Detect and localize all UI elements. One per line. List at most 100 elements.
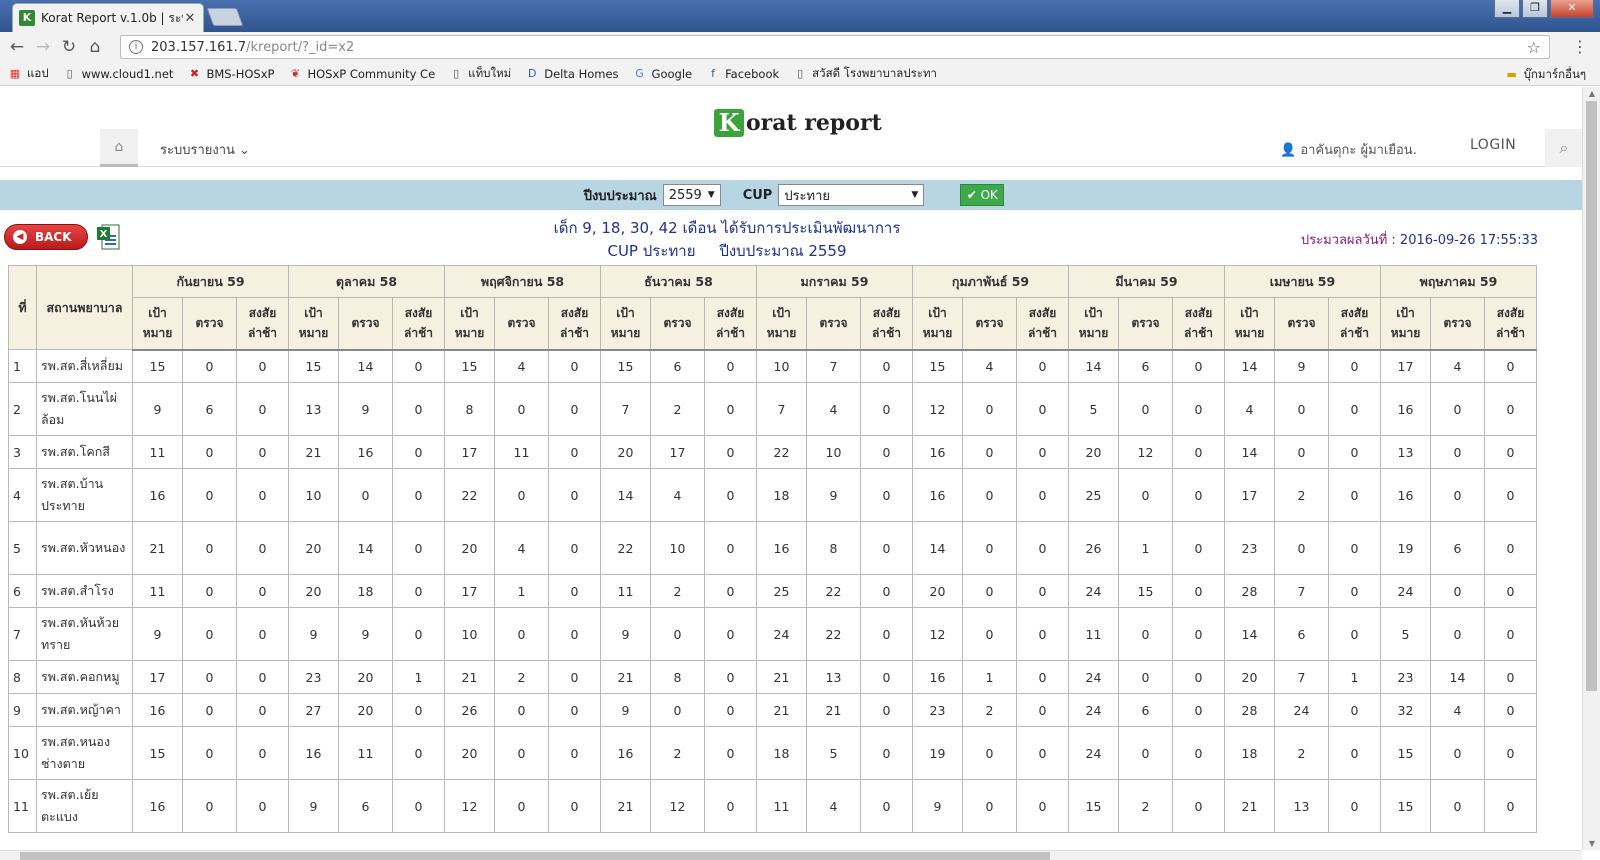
- home-nav-icon[interactable]: ⌂: [100, 129, 138, 167]
- value-cell[interactable]: 0: [1430, 779, 1485, 833]
- value-cell[interactable]: 7: [1274, 660, 1329, 694]
- value-cell[interactable]: 4: [1430, 349, 1485, 383]
- facility-name[interactable]: รพ.สต.หันห้วยทราย: [36, 607, 133, 661]
- value-cell[interactable]: 12: [650, 779, 705, 833]
- value-cell[interactable]: 0: [1430, 435, 1485, 469]
- tab-close-icon[interactable]: ✕: [183, 11, 197, 26]
- value-cell[interactable]: 5: [806, 726, 861, 780]
- value-cell[interactable]: 0: [494, 382, 549, 436]
- maximize-icon[interactable]: ❐: [1522, 0, 1548, 18]
- value-cell[interactable]: 13: [806, 660, 861, 694]
- value-cell[interactable]: 0: [1430, 726, 1485, 780]
- value-cell[interactable]: 4: [806, 779, 861, 833]
- value-cell[interactable]: 14: [338, 521, 393, 575]
- user-link[interactable]: 👤 อาคันตุกะ ผู้มาเยือน.: [1280, 139, 1417, 160]
- value-cell[interactable]: 4: [650, 468, 705, 522]
- value-cell[interactable]: 0: [962, 607, 1017, 661]
- value-cell[interactable]: 20: [338, 693, 393, 727]
- value-cell[interactable]: 8: [650, 660, 705, 694]
- value-cell[interactable]: 15: [1118, 574, 1173, 608]
- value-cell[interactable]: 6: [1118, 693, 1173, 727]
- value-cell[interactable]: 0: [1274, 435, 1329, 469]
- value-cell[interactable]: 10: [650, 521, 705, 575]
- browser-tab-active[interactable]: K Korat Report v.1.0b | ระบ ✕: [12, 3, 204, 32]
- value-cell[interactable]: 0: [962, 435, 1017, 469]
- facility-name[interactable]: รพ.สต.คอกหมู: [36, 660, 133, 694]
- home-icon[interactable]: ⌂: [82, 37, 108, 57]
- value-cell[interactable]: 20: [338, 660, 393, 694]
- login-link[interactable]: LOGIN: [1470, 137, 1516, 153]
- value-cell[interactable]: 6: [182, 382, 237, 436]
- value-cell[interactable]: 6: [650, 349, 705, 383]
- vertical-scrollbar[interactable]: ▲ ▼: [1582, 87, 1600, 850]
- value-cell[interactable]: 24: [1274, 693, 1329, 727]
- reload-icon[interactable]: ↻: [56, 37, 82, 57]
- value-cell[interactable]: 9: [1274, 349, 1329, 383]
- scroll-up-arrow-icon[interactable]: ▲: [1583, 89, 1600, 98]
- bookmark-item[interactable]: ✖ BMS-HOSxP: [187, 67, 275, 81]
- minimize-icon[interactable]: ▁: [1494, 0, 1520, 18]
- bookmark-folder-other[interactable]: ▬ บุ๊กมาร์กอื่นๆ: [1505, 66, 1586, 84]
- value-cell[interactable]: 0: [182, 607, 237, 661]
- value-cell[interactable]: 1: [1118, 521, 1173, 575]
- value-cell[interactable]: 14: [338, 349, 393, 383]
- bookmark-item[interactable]: ▯ แท็บใหม่: [449, 65, 511, 83]
- value-cell[interactable]: 0: [962, 779, 1017, 833]
- value-cell[interactable]: 4: [806, 382, 861, 436]
- value-cell[interactable]: 0: [182, 693, 237, 727]
- year-select[interactable]: 2559 ▼: [662, 184, 721, 206]
- value-cell[interactable]: 4: [494, 521, 549, 575]
- value-cell[interactable]: 0: [182, 349, 237, 383]
- ok-button[interactable]: ✔ OK: [960, 184, 1005, 206]
- value-cell[interactable]: 1: [962, 660, 1017, 694]
- value-cell[interactable]: 0: [1118, 726, 1173, 780]
- value-cell[interactable]: 9: [338, 382, 393, 436]
- value-cell[interactable]: 0: [962, 382, 1017, 436]
- value-cell[interactable]: 2: [650, 382, 705, 436]
- value-cell[interactable]: 2: [1274, 468, 1329, 522]
- browser-menu-icon[interactable]: ⋮: [1572, 37, 1588, 57]
- value-cell[interactable]: 2: [1274, 726, 1329, 780]
- value-cell[interactable]: 7: [1274, 574, 1329, 608]
- value-cell[interactable]: 2: [650, 574, 705, 608]
- value-cell[interactable]: 0: [494, 779, 549, 833]
- value-cell[interactable]: 0: [1274, 382, 1329, 436]
- bookmark-item[interactable]: ❦ HOSxP Community Ce: [288, 67, 435, 81]
- value-cell[interactable]: 0: [182, 435, 237, 469]
- bookmark-item[interactable]: D Delta Homes: [525, 67, 619, 81]
- bookmark-star-icon[interactable]: ☆: [1527, 38, 1541, 57]
- value-cell[interactable]: 4: [962, 349, 1017, 383]
- vertical-scroll-thumb[interactable]: [1586, 101, 1597, 691]
- value-cell[interactable]: 0: [1274, 521, 1329, 575]
- facility-name[interactable]: รพ.สต.โนนไผ่ล้อม: [36, 382, 133, 436]
- horizontal-scroll-thumb[interactable]: [20, 852, 1050, 860]
- value-cell[interactable]: 0: [494, 726, 549, 780]
- value-cell[interactable]: 0: [494, 607, 549, 661]
- value-cell[interactable]: 11: [338, 726, 393, 780]
- value-cell[interactable]: 10: [806, 435, 861, 469]
- report-menu[interactable]: ระบบรายงาน ⌄: [160, 139, 250, 160]
- bookmark-item[interactable]: ▯ สวัสดี โรงพยาบาลประทา: [793, 65, 937, 83]
- value-cell[interactable]: 0: [494, 693, 549, 727]
- value-cell[interactable]: 0: [182, 521, 237, 575]
- value-cell[interactable]: 2: [1118, 779, 1173, 833]
- search-icon[interactable]: ⌕: [1545, 129, 1582, 167]
- value-cell[interactable]: 0: [650, 693, 705, 727]
- facility-name[interactable]: รพ.สต.บ้านประทาย: [36, 468, 133, 522]
- value-cell[interactable]: 4: [1430, 693, 1485, 727]
- value-cell[interactable]: 2: [962, 693, 1017, 727]
- facility-name[interactable]: รพ.สต.หญ้าคา: [36, 693, 133, 727]
- value-cell[interactable]: 0: [1118, 660, 1173, 694]
- value-cell[interactable]: 8: [806, 521, 861, 575]
- value-cell[interactable]: 1: [494, 574, 549, 608]
- facility-name[interactable]: รพ.สต.เย้ยตะแบง: [36, 779, 133, 833]
- window-close-icon[interactable]: ✕: [1550, 0, 1594, 18]
- facility-name[interactable]: รพ.สต.หัวหนอง: [36, 521, 133, 575]
- value-cell[interactable]: 13: [1274, 779, 1329, 833]
- value-cell[interactable]: 16: [338, 435, 393, 469]
- value-cell[interactable]: 22: [806, 574, 861, 608]
- value-cell[interactable]: 6: [1118, 349, 1173, 383]
- value-cell[interactable]: 18: [338, 574, 393, 608]
- value-cell[interactable]: 2: [650, 726, 705, 780]
- value-cell[interactable]: 0: [1430, 468, 1485, 522]
